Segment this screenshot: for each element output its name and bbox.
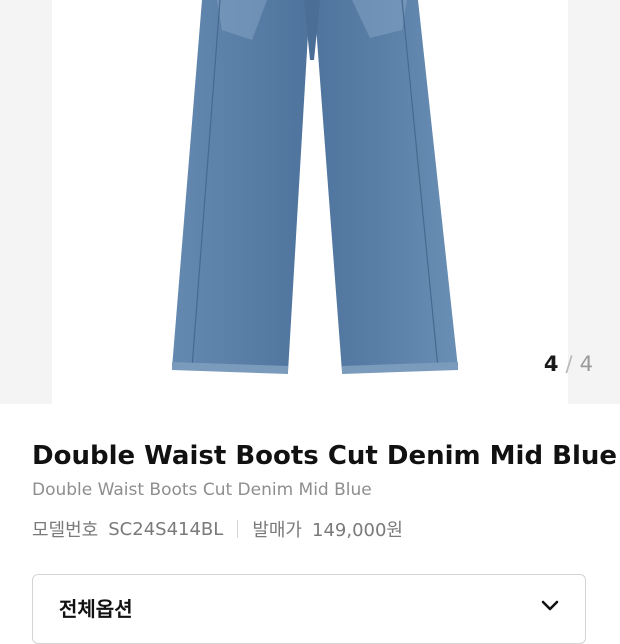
product-image-gallery[interactable]: 4/4 [0, 0, 620, 404]
options-dropdown[interactable]: 전체옵션 [32, 574, 586, 644]
jeans-product-photo [172, 0, 458, 374]
product-info: Double Waist Boots Cut Denim Mid Blue Do… [32, 404, 617, 542]
meta-divider [237, 520, 239, 538]
product-meta: 모델번호 SC24S414BL 발매가 149,000원 [32, 516, 588, 542]
options-dropdown-label: 전체옵션 [59, 597, 133, 621]
image-counter: 4/4 [544, 352, 594, 376]
release-price-label: 발매가 [252, 520, 302, 541]
image-counter-current: 4 [543, 352, 560, 376]
release-price-value: 149,000원 [312, 520, 403, 541]
chevron-down-icon [541, 600, 559, 611]
image-counter-separator: / [565, 352, 574, 376]
model-number-value: SC24S414BL [108, 518, 224, 540]
image-counter-total: 4 [579, 352, 594, 376]
product-subtitle: Double Waist Boots Cut Denim Mid Blue [32, 480, 372, 500]
product-title: Double Waist Boots Cut Denim Mid Blue [32, 441, 617, 471]
model-number-label: 모델번호 [32, 520, 99, 541]
product-image[interactable] [52, 0, 568, 404]
